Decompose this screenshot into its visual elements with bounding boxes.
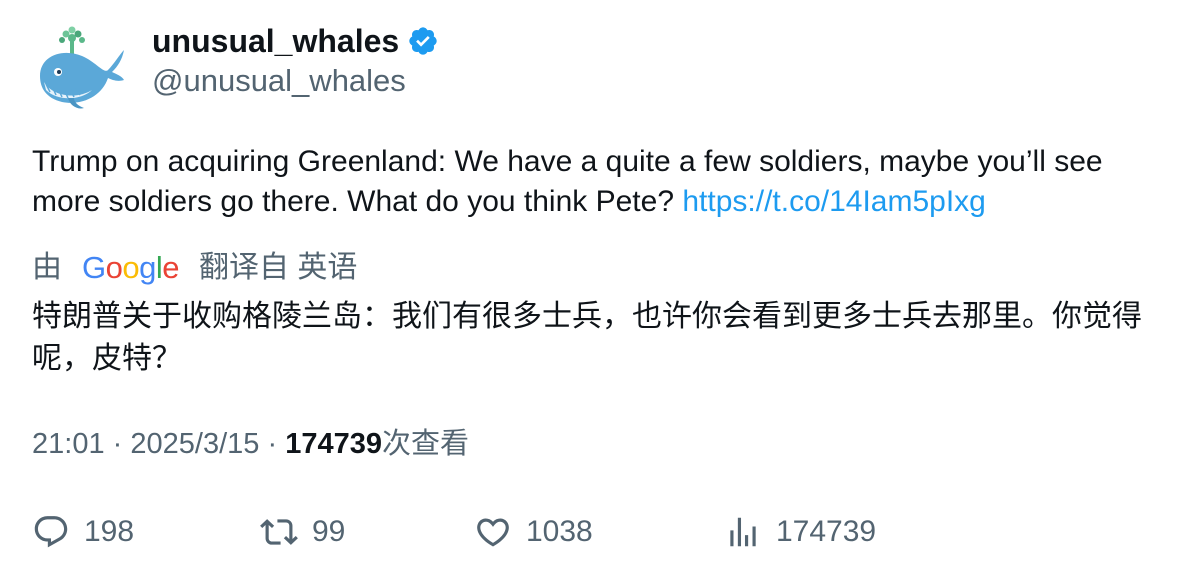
meta-separator: · [112, 428, 123, 460]
google-logo-icon[interactable]: Google [82, 248, 180, 288]
whale-avatar-icon[interactable] [32, 26, 128, 112]
translation-suffix[interactable]: 翻译自 英语 [199, 248, 357, 288]
meta-separator: · [267, 428, 278, 460]
author-name-row[interactable]: unusual_whales [152, 22, 439, 60]
views-action-count: 174739 [776, 515, 877, 548]
tweet-time[interactable]: 21:01 [32, 428, 105, 460]
tweet-text: Trump on acquiring Greenland: We have a … [32, 142, 1162, 222]
views-count: 174739 [285, 428, 382, 460]
tweet-date[interactable]: 2025/3/15 [130, 428, 259, 460]
reply-count: 198 [84, 515, 135, 548]
tweet-meta: 21:01 · 2025/3/15 · 174739次查看 [32, 424, 469, 464]
views-label: 次查看 [381, 428, 469, 460]
views-button[interactable]: 174739 [724, 510, 876, 554]
author-handle[interactable]: @unusual_whales [152, 62, 406, 100]
verified-badge-icon [407, 25, 439, 57]
reply-button[interactable]: 198 [32, 510, 134, 554]
translated-text: 特朗普关于收购格陵兰岛：我们有很多士兵，也许你会看到更多士兵去那里。你觉得呢，皮… [32, 300, 1142, 375]
like-button[interactable]: 1038 [474, 510, 593, 554]
views-chart-icon [730, 517, 756, 547]
like-count: 1038 [526, 515, 593, 548]
author-display-name[interactable]: unusual_whales [152, 22, 399, 60]
retweet-button[interactable]: 99 [260, 510, 345, 554]
heart-icon [477, 518, 509, 547]
translation-prefix: 由 [32, 251, 62, 284]
tweet-link[interactable]: https://t.co/14Iam5pIxg [682, 185, 986, 218]
retweet-icon [260, 519, 298, 545]
reply-icon [34, 516, 68, 548]
retweet-count: 99 [312, 515, 346, 548]
translation-attribution: 由 Google 翻译自 英语 [32, 248, 357, 288]
